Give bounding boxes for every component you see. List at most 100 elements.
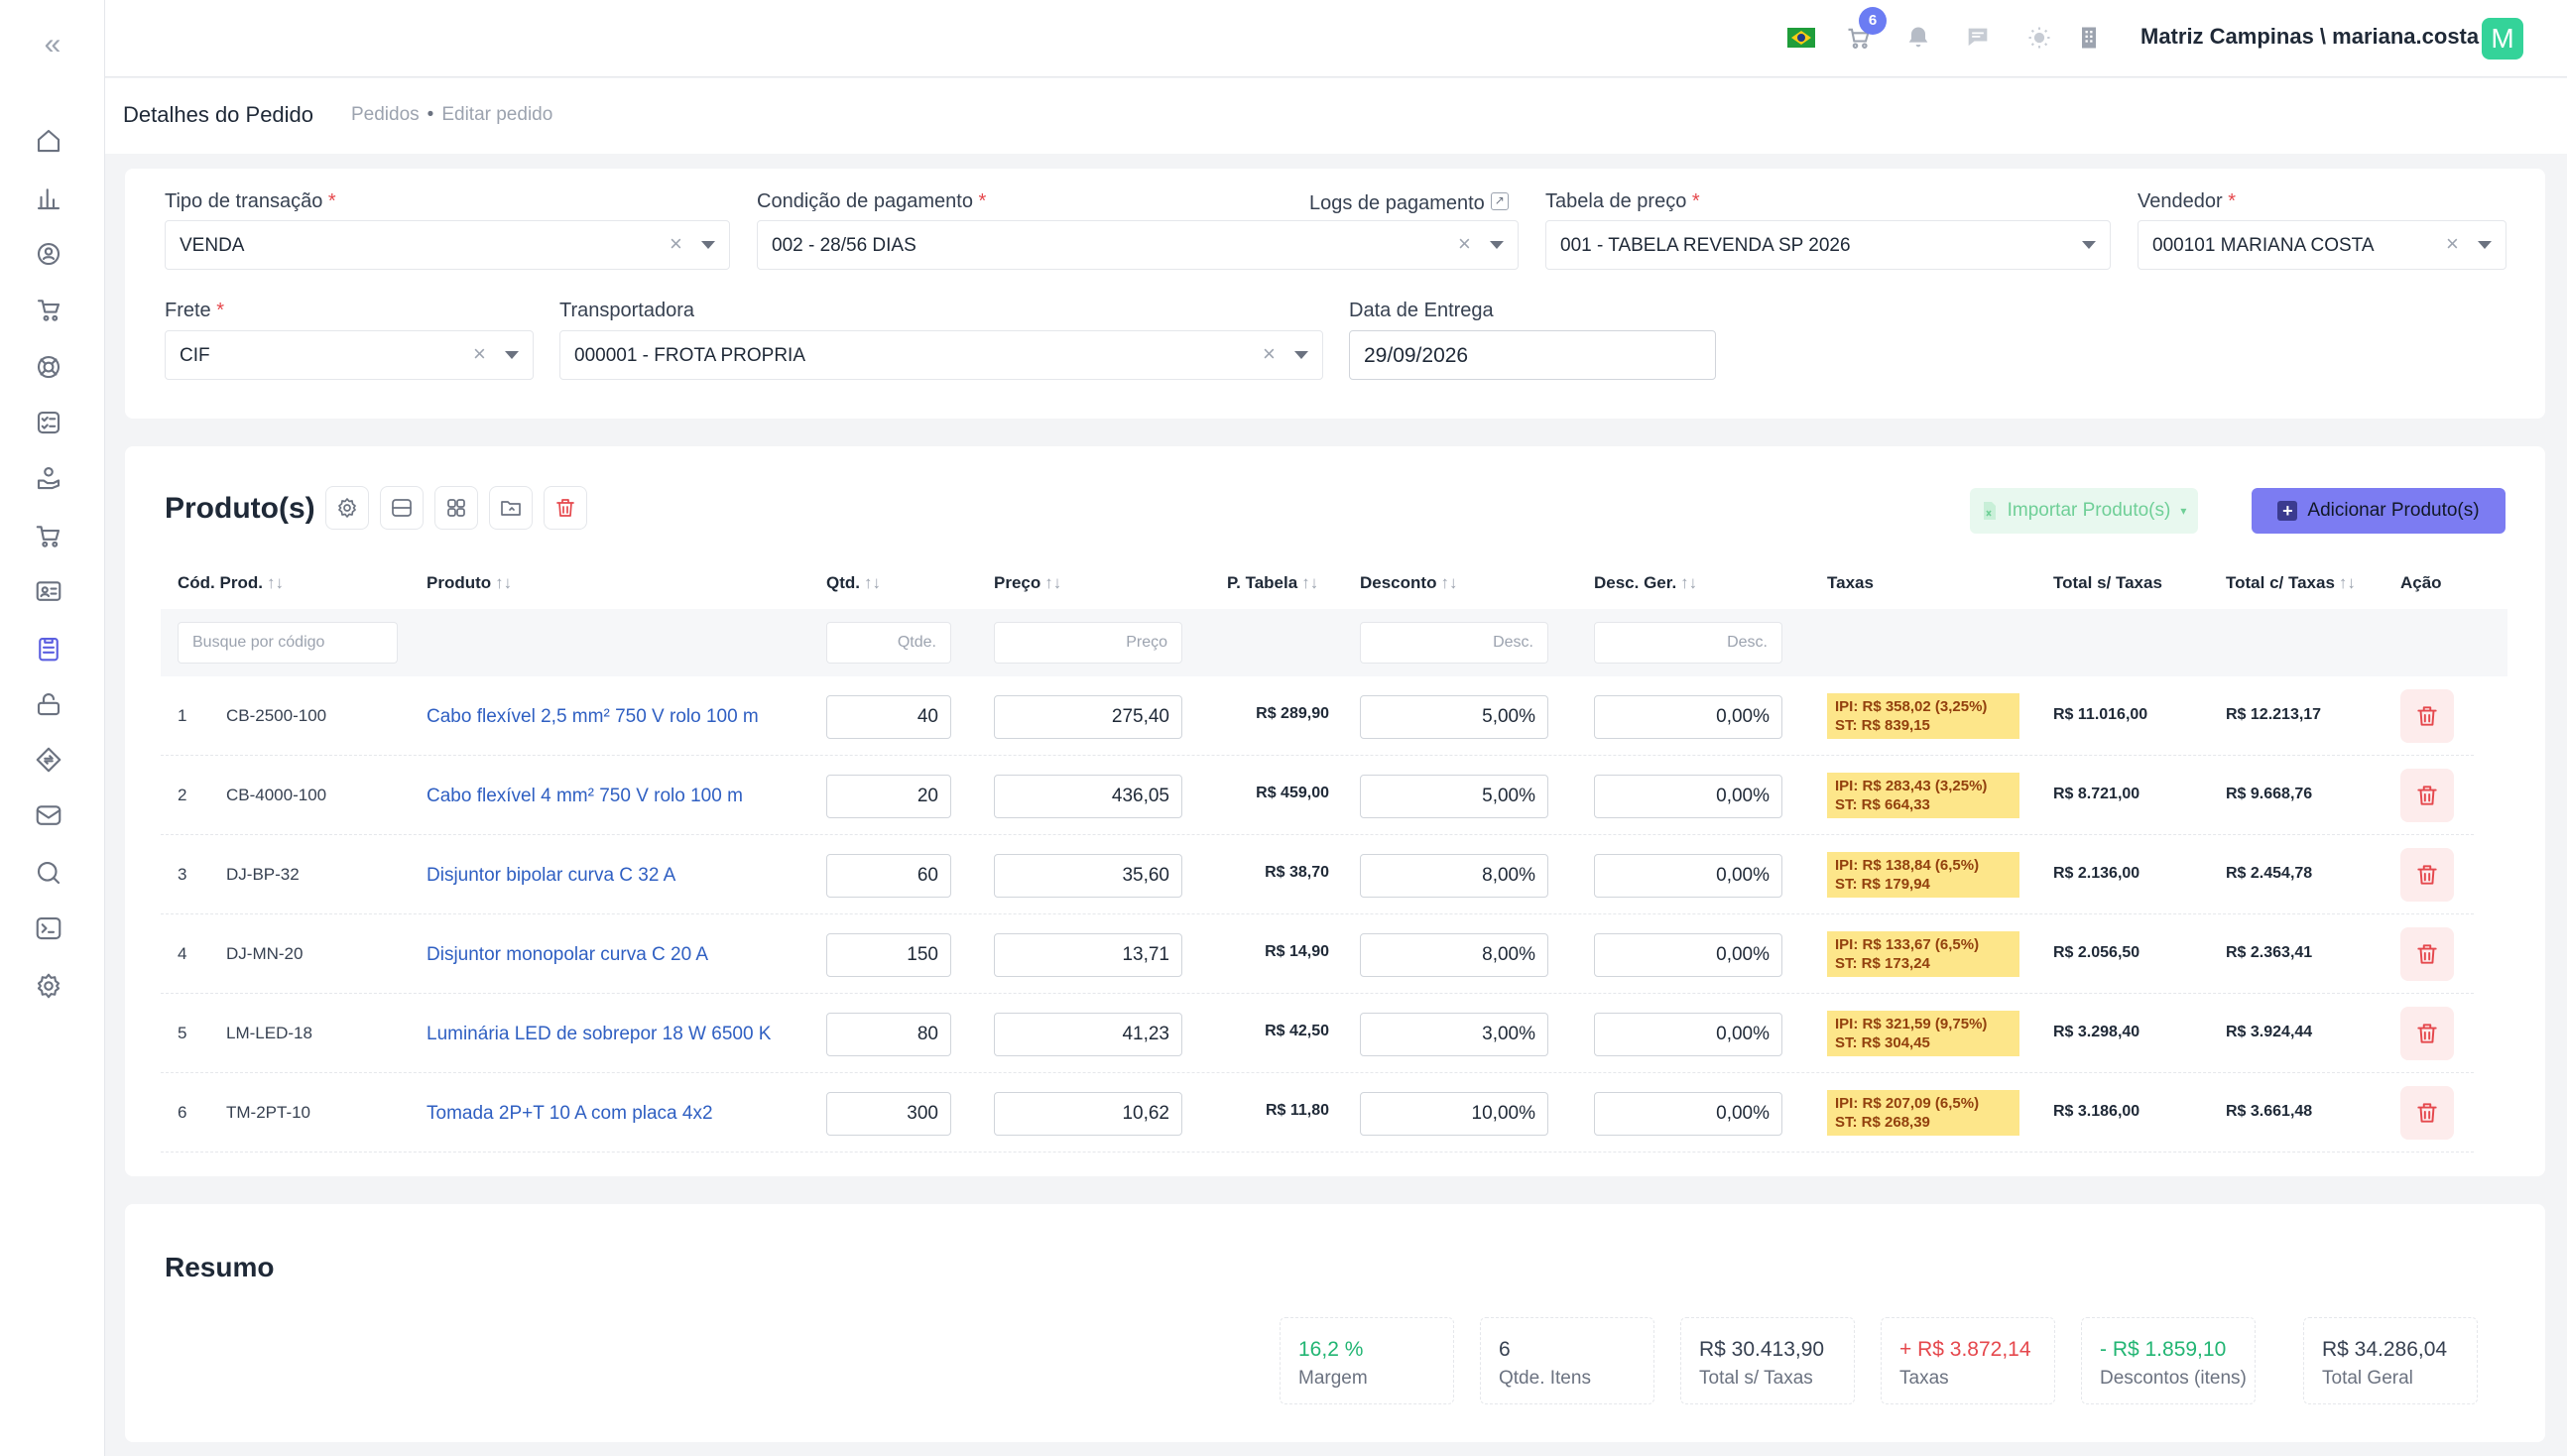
desc-ger-input[interactable]: 0,00% [1594,775,1782,818]
logs-pagamento-link[interactable]: Logs de pagamento ↗ [1309,192,1509,215]
tipo-transacao-select[interactable]: VENDA × [165,220,730,270]
clear-icon[interactable]: × [2446,231,2459,257]
home-icon[interactable] [33,125,64,157]
product-name-link[interactable]: Tomada 2P+T 10 A com placa 4x2 [427,1103,713,1125]
chevron-down-icon[interactable] [2082,241,2096,249]
clear-icon[interactable]: × [670,231,682,257]
transportadora-select[interactable]: 000001 - FROTA PROPRIA × [559,330,1323,380]
chevron-down-icon[interactable] [2478,241,2492,249]
delete-row-button[interactable] [2400,927,2454,981]
grid-view-button[interactable] [434,486,478,530]
settings-icon[interactable] [33,970,64,1002]
delete-all-button[interactable] [544,486,587,530]
product-name-link[interactable]: Disjuntor bipolar curva C 32 A [427,865,675,887]
user-shield-icon[interactable] [33,238,64,270]
desc-ger-input[interactable]: 0,00% [1594,1092,1782,1136]
desc-ger-input[interactable]: 0,00% [1594,933,1782,977]
col-codigo[interactable]: Cód. Prod. ↑↓ [178,573,284,593]
clear-icon[interactable]: × [1458,231,1471,257]
add-products-button[interactable]: + Adicionar Produto(s) [2252,488,2506,534]
product-name-link[interactable]: Luminária LED de sobrepor 18 W 6500 K [427,1024,771,1045]
exchange-icon[interactable] [33,744,64,776]
filter-desconto-input[interactable]: Desc. [1360,622,1548,664]
qtd-input[interactable]: 300 [826,1092,951,1136]
company-building-icon[interactable] [2073,22,2105,54]
search-icon[interactable] [33,857,64,889]
notification-bell-icon[interactable] [1902,22,1934,54]
col-produto[interactable]: Produto ↑↓ [427,573,512,593]
breadcrumb-pedidos[interactable]: Pedidos [351,104,420,125]
clipboard-icon[interactable] [33,633,64,665]
list-view-button[interactable] [380,486,424,530]
col-total-c-taxas[interactable]: Total c/ Taxas ↑↓ [2226,573,2356,593]
filter-preco-input[interactable]: Preço [994,622,1182,664]
brazil-flag-icon[interactable] [1785,22,1817,54]
chevron-down-icon[interactable] [1490,241,1504,249]
chevron-down-icon[interactable] [505,351,519,359]
qtd-input[interactable]: 20 [826,775,951,818]
tabela-preco-select[interactable]: 001 - TABELA REVENDA SP 2026 [1545,220,2111,270]
desconto-input[interactable]: 10,00% [1360,1092,1548,1136]
desconto-input[interactable]: 3,00% [1360,1013,1548,1056]
preco-input[interactable]: 10,62 [994,1092,1182,1136]
user-company-label[interactable]: Matriz Campinas \ mariana.costa [2140,24,2479,50]
clear-icon[interactable]: × [1263,341,1276,367]
products-settings-button[interactable] [325,486,369,530]
col-qtd[interactable]: Qtd. ↑↓ [826,573,881,593]
delete-row-button[interactable] [2400,1007,2454,1060]
preco-input[interactable]: 41,23 [994,1013,1182,1056]
data-entrega-input[interactable]: 29/09/2026 [1349,330,1716,380]
preco-input[interactable]: 35,60 [994,854,1182,898]
desconto-input[interactable]: 8,00% [1360,854,1548,898]
desc-ger-input[interactable]: 0,00% [1594,1013,1782,1056]
checklist-icon[interactable] [33,407,64,438]
preco-input[interactable]: 436,05 [994,775,1182,818]
filter-qtd-input[interactable]: Qtde. [826,622,951,664]
clear-icon[interactable]: × [473,341,486,367]
vendedor-select[interactable]: 000101 MARIANA COSTA × [2138,220,2506,270]
avatar[interactable]: M [2482,18,2523,60]
desc-ger-input[interactable]: 0,00% [1594,854,1782,898]
product-name-link[interactable]: Cabo flexível 2,5 mm² 750 V rolo 100 m [427,706,759,728]
product-name-link[interactable]: Disjuntor monopolar curva C 20 A [427,944,708,966]
collapse-sidebar-icon[interactable]: « [38,30,67,60]
col-desc-ger[interactable]: Desc. Ger. ↑↓ [1594,573,1697,593]
hand-coin-icon[interactable] [33,462,64,494]
chat-icon[interactable] [1962,22,1994,54]
folder-button[interactable] [489,486,533,530]
desconto-input[interactable]: 5,00% [1360,775,1548,818]
terminal-icon[interactable] [33,912,64,944]
theme-sun-icon[interactable] [2023,22,2055,54]
qtd-input[interactable]: 150 [826,933,951,977]
delete-row-button[interactable] [2400,1086,2454,1140]
support-icon[interactable] [33,351,64,383]
cart-icon[interactable] [33,520,64,551]
qtd-input[interactable]: 40 [826,695,951,739]
preco-input[interactable]: 13,71 [994,933,1182,977]
col-ptabela[interactable]: P. Tabela ↑↓ [1227,573,1318,593]
delete-row-button[interactable] [2400,769,2454,822]
desconto-input[interactable]: 8,00% [1360,933,1548,977]
import-products-button[interactable]: Importar Produto(s) ▾ [1970,488,2198,534]
chevron-down-icon[interactable] [1294,351,1308,359]
delete-row-button[interactable] [2400,848,2454,902]
desconto-input[interactable]: 5,00% [1360,695,1548,739]
col-desconto[interactable]: Desconto ↑↓ [1360,573,1457,593]
lock-open-icon[interactable] [33,688,64,720]
qtd-input[interactable]: 80 [826,1013,951,1056]
chevron-down-icon[interactable] [701,241,715,249]
desc-ger-input[interactable]: 0,00% [1594,695,1782,739]
condicao-pagamento-select[interactable]: 002 - 28/56 DIAS × [757,220,1519,270]
mail-icon[interactable] [33,799,64,831]
qtd-input[interactable]: 60 [826,854,951,898]
col-preco[interactable]: Preço ↑↓ [994,573,1061,593]
delete-row-button[interactable] [2400,689,2454,743]
filter-codigo-input[interactable]: Busque por código [178,622,398,664]
cart-arrow-icon[interactable] [33,294,64,325]
preco-input[interactable]: 275,40 [994,695,1182,739]
id-card-icon[interactable] [33,575,64,607]
product-name-link[interactable]: Cabo flexível 4 mm² 750 V rolo 100 m [427,786,743,807]
filter-desc-ger-input[interactable]: Desc. [1594,622,1782,664]
frete-select[interactable]: CIF × [165,330,534,380]
chart-icon[interactable] [33,182,64,214]
